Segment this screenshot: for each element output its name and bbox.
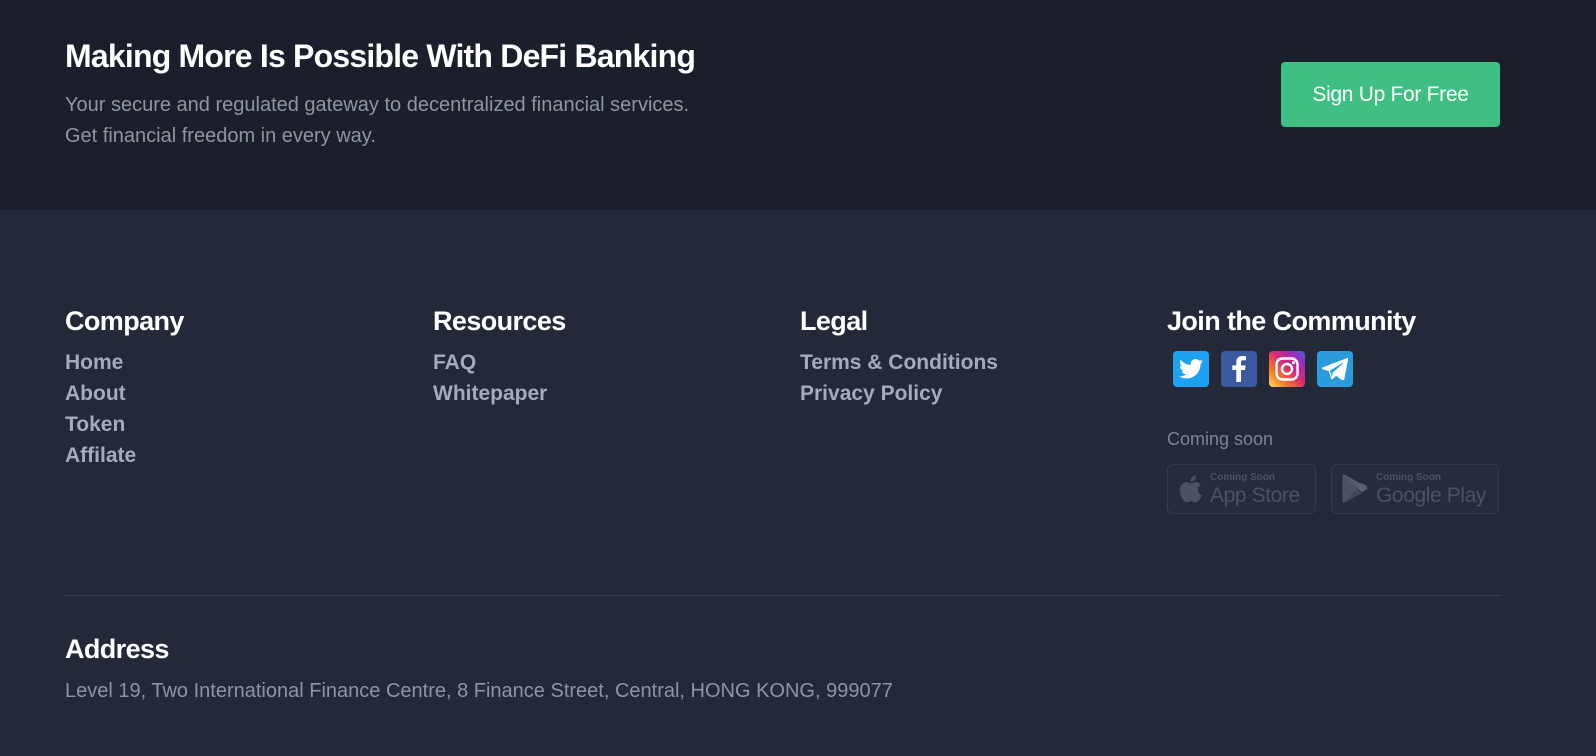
resources-heading: Resources bbox=[433, 306, 566, 336]
footer-link-affiliate: Affilate bbox=[65, 440, 184, 471]
cta-title: Making More Is Possible With DeFi Bankin… bbox=[65, 38, 696, 74]
footer: Company Home About Token Affilate Resour… bbox=[0, 210, 1596, 756]
affiliate-link[interactable]: Affilate bbox=[65, 444, 136, 467]
app-store-badges: Coming Soon App Store Coming Soon Google… bbox=[1167, 464, 1499, 514]
company-links: Home About Token Affilate bbox=[65, 347, 184, 471]
cta-banner: Making More Is Possible With DeFi Bankin… bbox=[0, 0, 1596, 210]
coming-soon-label: Coming soon bbox=[1167, 429, 1274, 449]
footer-link-whitepaper: Whitepaper bbox=[433, 378, 566, 409]
legal-links: Terms & Conditions Privacy Policy bbox=[800, 347, 998, 409]
footer-column-legal: Legal Terms & Conditions Privacy Policy bbox=[800, 305, 998, 409]
address-text: Level 19, Two International Finance Cent… bbox=[65, 680, 893, 702]
community-heading: Join the Community bbox=[1167, 306, 1416, 336]
address-heading: Address bbox=[65, 634, 169, 664]
app-store-badge[interactable]: Coming Soon App Store bbox=[1167, 464, 1316, 514]
telegram-icon[interactable] bbox=[1317, 351, 1353, 387]
legal-heading: Legal bbox=[800, 306, 868, 336]
footer-link-privacy: Privacy Policy bbox=[800, 378, 998, 409]
footer-column-community: Join the Community Coming soon Coming So… bbox=[1167, 305, 1499, 514]
resources-links: FAQ Whitepaper bbox=[433, 347, 566, 409]
footer-column-resources: Resources FAQ Whitepaper bbox=[433, 305, 566, 409]
about-link[interactable]: About bbox=[65, 382, 126, 405]
footer-column-company: Company Home About Token Affilate bbox=[65, 305, 184, 471]
whitepaper-link[interactable]: Whitepaper bbox=[433, 382, 547, 405]
terms-link[interactable]: Terms & Conditions bbox=[800, 351, 998, 374]
facebook-icon[interactable] bbox=[1221, 351, 1257, 387]
google-play-coming-soon: Coming Soon bbox=[1376, 471, 1441, 483]
twitter-icon[interactable] bbox=[1173, 351, 1209, 387]
google-play-label: Google Play bbox=[1376, 483, 1487, 507]
company-heading: Company bbox=[65, 306, 184, 336]
footer-link-faq: FAQ bbox=[433, 347, 566, 378]
faq-link[interactable]: FAQ bbox=[433, 351, 476, 374]
footer-link-home: Home bbox=[65, 347, 184, 378]
cta-subtitle-line1: Your secure and regulated gateway to dec… bbox=[65, 94, 690, 116]
cta-subtitle-line2: Get financial freedom in every way. bbox=[65, 125, 376, 147]
app-store-coming-soon: Coming Soon bbox=[1210, 471, 1275, 483]
footer-link-terms: Terms & Conditions bbox=[800, 347, 998, 378]
footer-divider bbox=[65, 595, 1500, 596]
google-play-icon bbox=[1342, 474, 1368, 504]
home-link[interactable]: Home bbox=[65, 351, 123, 374]
cta-subtitle: Your secure and regulated gateway to dec… bbox=[65, 90, 845, 152]
privacy-link[interactable]: Privacy Policy bbox=[800, 382, 942, 405]
app-store-label: App Store bbox=[1210, 483, 1300, 507]
apple-icon bbox=[1179, 475, 1202, 503]
google-play-text: Coming Soon Google Play bbox=[1376, 471, 1487, 507]
google-play-badge[interactable]: Coming Soon Google Play bbox=[1331, 464, 1499, 514]
app-store-text: Coming Soon App Store bbox=[1210, 471, 1300, 507]
token-link[interactable]: Token bbox=[65, 413, 125, 436]
social-links bbox=[1173, 351, 1499, 387]
instagram-icon[interactable] bbox=[1269, 351, 1305, 387]
footer-link-about: About bbox=[65, 378, 184, 409]
footer-link-token: Token bbox=[65, 409, 184, 440]
sign-up-button[interactable]: Sign Up For Free bbox=[1281, 62, 1500, 127]
